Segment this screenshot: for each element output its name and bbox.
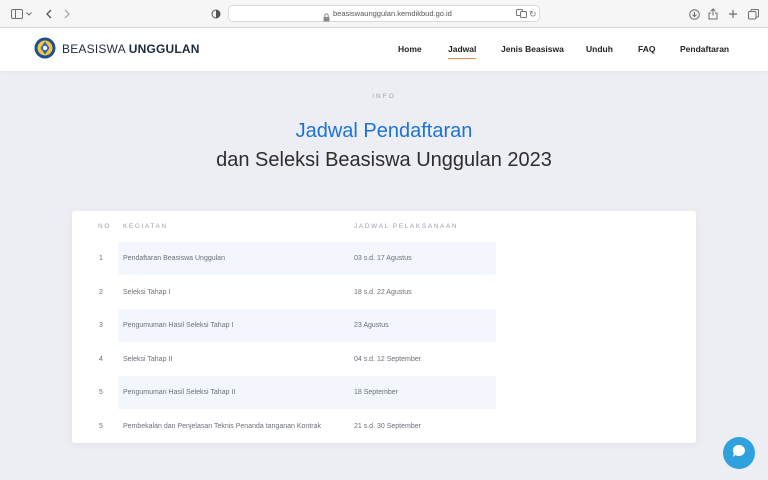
reload-icon[interactable]: ↻ — [529, 8, 537, 20]
lock-icon — [323, 9, 330, 22]
cell-no: 2 — [99, 289, 103, 296]
cell-jadwal: 03 s.d. 17 Agustus — [354, 255, 412, 262]
nav-jenis-beasiswa[interactable]: Jenis Beasiswa — [501, 44, 564, 54]
brand-light: BEASISWA — [62, 42, 126, 56]
site-navbar: BEASISWA UNGGULAN Home Jadwal Jenis Beas… — [0, 28, 768, 71]
browser-toolbar: beasiswaunggulan.kemdikbud.go.id ↻ — [0, 0, 768, 28]
url-text: beasiswaunggulan.kemdikbud.go.id — [333, 9, 452, 18]
table-row: 5 Pembekalan dan Penjelasan Teknis Penan… — [72, 410, 696, 443]
table-row: 4 Seleksi Tahap II 04 s.d. 12 September — [72, 343, 696, 376]
sidebar-icon[interactable] — [10, 7, 24, 21]
table-row: 2 Seleksi Tahap I 18 s.d. 22 Agustus — [72, 276, 696, 309]
kemdikbud-logo[interactable] — [34, 37, 56, 59]
header-kegiatan: KEGIATAN — [123, 223, 168, 230]
tabs-icon[interactable] — [746, 7, 760, 21]
schedule-table: NO KEGIATAN JADWAL PELAKSANAAN 1 Pendaft… — [72, 211, 696, 443]
forward-icon[interactable] — [60, 7, 74, 21]
shield-icon[interactable] — [209, 7, 223, 21]
nav-unduh[interactable]: Unduh — [586, 44, 613, 54]
nav-home[interactable]: Home — [398, 44, 422, 54]
nav-pendaftaran[interactable]: Pendaftaran — [680, 44, 729, 54]
table-row: 1 Pendaftaran Beasiswa Unggulan 03 s.d. … — [72, 242, 696, 275]
table-header: NO KEGIATAN JADWAL PELAKSANAAN — [72, 223, 696, 235]
cell-no: 4 — [99, 356, 103, 363]
brand-bold: UNGGULAN — [128, 42, 200, 56]
cell-jadwal: 18 s.d. 22 Agustus — [354, 289, 412, 296]
cell-kegiatan: Pendaftaran Beasiswa Unggulan — [123, 255, 225, 262]
page-title: Jadwal Pendaftaran — [295, 120, 473, 142]
chat-icon — [731, 443, 747, 464]
table-row: 3 Pengumuman Hasil Seleksi Tahap I 23 Ag… — [72, 309, 696, 342]
chevron-down-icon[interactable] — [24, 7, 34, 21]
download-icon[interactable] — [687, 7, 701, 21]
cell-no: 3 — [99, 322, 103, 329]
cell-jadwal: 18 September — [354, 389, 398, 396]
cell-kegiatan: Seleksi Tahap I — [123, 289, 171, 296]
chat-button[interactable] — [723, 437, 755, 469]
back-icon[interactable] — [42, 7, 56, 21]
cell-kegiatan: Pembekalan dan Penjelasan Teknis Penanda… — [123, 423, 321, 430]
header-jadwal: JADWAL PELAKSANAAN — [354, 223, 459, 230]
cell-kegiatan: Seleksi Tahap II — [123, 356, 173, 363]
cell-no: 1 — [99, 255, 103, 262]
cell-kegiatan: Pengumuman Hasil Seleksi Tahap II — [123, 389, 236, 396]
header-no: NO — [98, 223, 111, 230]
translate-icon[interactable] — [516, 9, 527, 21]
brand-name[interactable]: BEASISWA UNGGULAN — [62, 42, 200, 56]
cell-no: 5 — [99, 389, 103, 396]
cell-jadwal: 21 s.d. 30 September — [354, 423, 421, 430]
page-subtitle: dan Seleksi Beasiswa Unggulan 2023 — [216, 149, 552, 171]
plus-icon[interactable] — [726, 7, 740, 21]
cell-jadwal: 23 Agustus — [354, 322, 389, 329]
cell-no: 5 — [99, 423, 103, 430]
address-bar[interactable]: beasiswaunggulan.kemdikbud.go.id ↻ — [228, 5, 540, 22]
nav-jadwal[interactable]: Jadwal — [448, 44, 477, 59]
share-icon[interactable] — [706, 7, 720, 21]
section-eyebrow: INFO — [372, 93, 396, 100]
table-row: 5 Pengumuman Hasil Seleksi Tahap II 18 S… — [72, 376, 696, 409]
cell-kegiatan: Pengumuman Hasil Seleksi Tahap I — [123, 322, 234, 329]
cell-jadwal: 04 s.d. 12 September — [354, 356, 421, 363]
nav-faq[interactable]: FAQ — [638, 44, 655, 54]
